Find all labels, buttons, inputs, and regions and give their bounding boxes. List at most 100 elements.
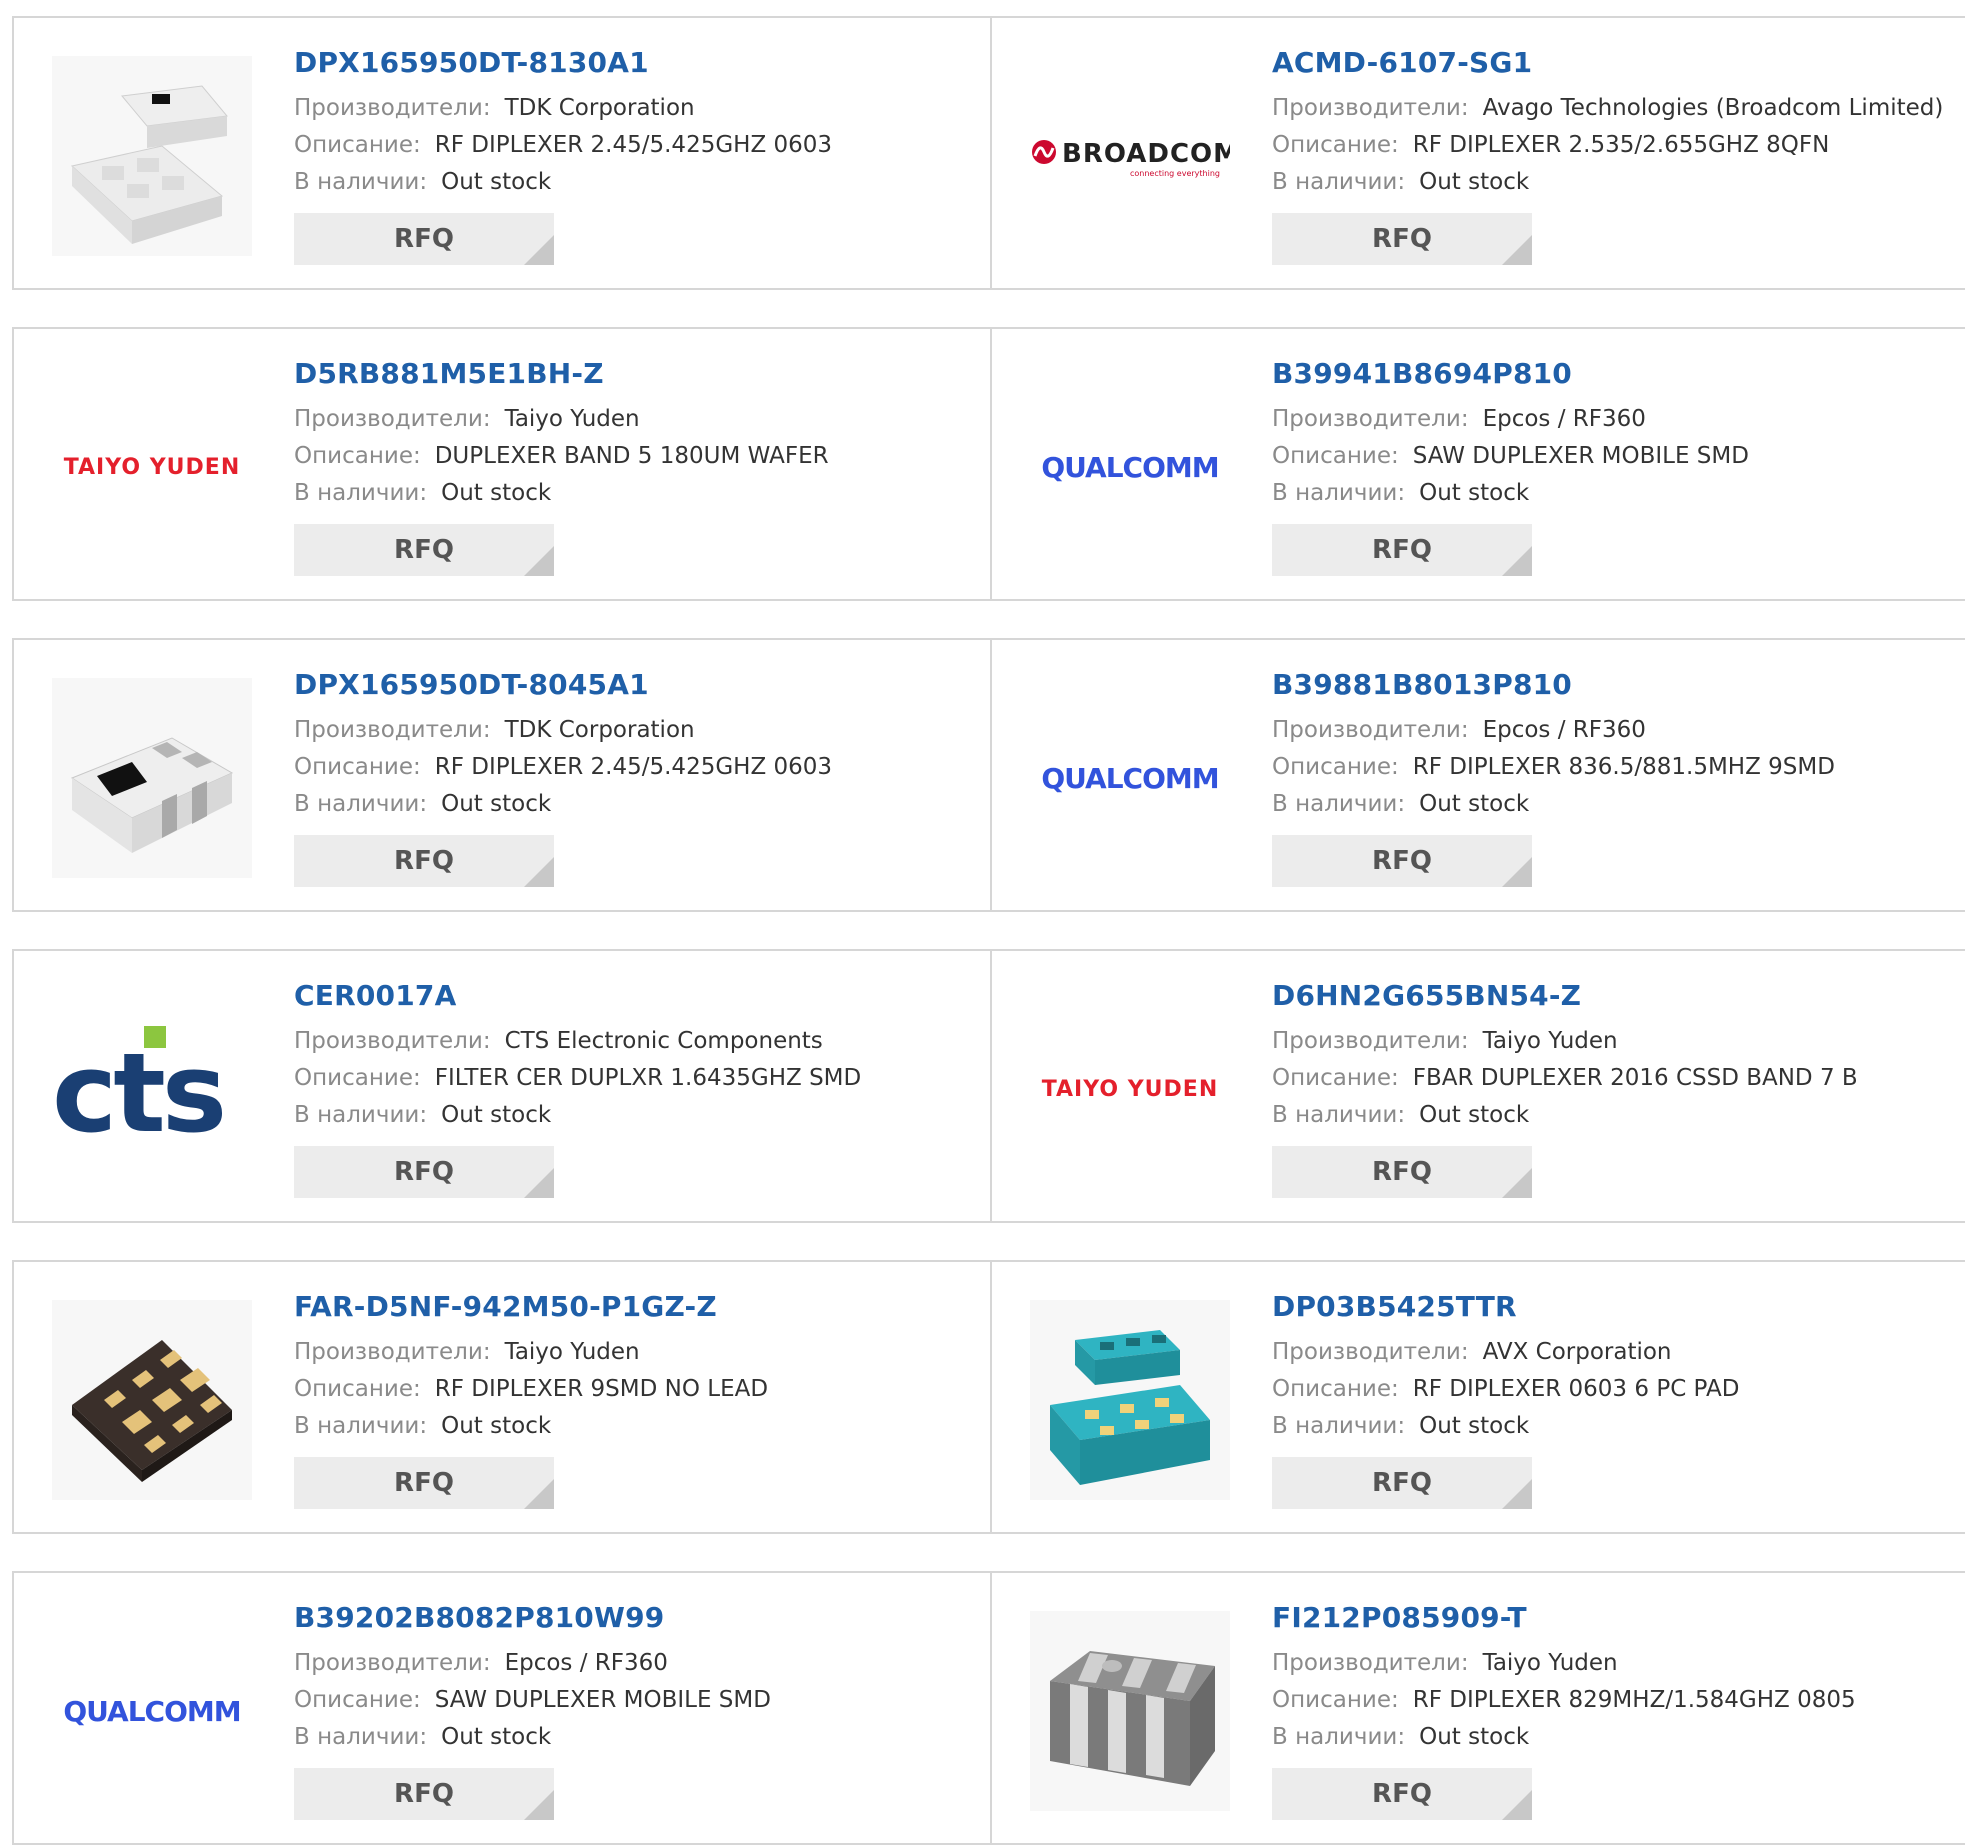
stock-row: В наличии: Out stock	[294, 1408, 768, 1445]
description-row: Описание: DUPLEXER BAND 5 180UM WAFER	[294, 438, 829, 475]
rfq-button[interactable]: RFQ	[294, 1768, 554, 1820]
rfq-button[interactable]: RFQ	[294, 835, 554, 887]
svg-text:BROADCOM: BROADCOM	[1062, 139, 1230, 169]
manufacturer-row: Производители: AVX Corporation	[1272, 1334, 1739, 1371]
stock-value: Out stock	[1419, 791, 1530, 817]
rfq-button[interactable]: RFQ	[1272, 1146, 1532, 1198]
stock-label: В наличии:	[1272, 1724, 1406, 1750]
manufacturer-value: Avago Technologies (Broadcom Limited)	[1482, 95, 1944, 121]
description-value: RF DIPLEXER 2.535/2.655GHZ 8QFN	[1412, 132, 1830, 158]
rfq-button[interactable]: RFQ	[1272, 835, 1532, 887]
description-label: Описание:	[1272, 754, 1399, 780]
manufacturer-value: Epcos / RF360	[1482, 717, 1646, 743]
rfq-label: RFQ	[1372, 535, 1432, 565]
product-image[interactable]	[52, 678, 252, 878]
description-label: Описание:	[1272, 1687, 1399, 1713]
product-info: B39202B8082P810W99 Производители: Epcos /…	[294, 1601, 771, 1820]
stock-value: Out stock	[441, 1724, 552, 1750]
description-row: Описание: RF DIPLEXER 829MHZ/1.584GHZ 080…	[1272, 1682, 1856, 1719]
qualcomm-logo: QUALCOMM	[63, 1694, 241, 1728]
product-image[interactable]	[52, 56, 252, 256]
part-number-link[interactable]: DP03B5425TTR	[1272, 1290, 1739, 1324]
description-row: Описание: SAW DUPLEXER MOBILE SMD	[1272, 438, 1749, 475]
product-image[interactable]	[1030, 1611, 1230, 1811]
product-image[interactable]: BROADCOM connecting everything	[1030, 56, 1230, 256]
stock-value: Out stock	[441, 791, 552, 817]
stock-label: В наличии:	[294, 1102, 428, 1128]
product-row: DPX165950DT-8045A1 Производители: TDK Cor…	[12, 638, 1965, 912]
stock-value: Out stock	[441, 480, 552, 506]
part-number-link[interactable]: D6HN2G655BN54-Z	[1272, 979, 1858, 1013]
rfq-label: RFQ	[394, 1157, 454, 1187]
rfq-button[interactable]: RFQ	[1272, 524, 1532, 576]
description-label: Описание:	[294, 1065, 421, 1091]
description-label: Описание:	[294, 132, 421, 158]
part-number-link[interactable]: FI212P085909-T	[1272, 1601, 1856, 1635]
part-number-link[interactable]: DPX165950DT-8045A1	[294, 668, 832, 702]
part-number-link[interactable]: DPX165950DT-8130A1	[294, 46, 832, 80]
manufacturer-row: Производители: Taiyo Yuden	[294, 1334, 768, 1371]
rfq-button[interactable]: RFQ	[294, 213, 554, 265]
stock-value: Out stock	[1419, 1102, 1530, 1128]
product-image[interactable]: TAIYO YUDEN	[1030, 989, 1230, 1189]
description-value: RF DIPLEXER 836.5/881.5MHZ 9SMD	[1412, 754, 1835, 780]
manufacturer-value: AVX Corporation	[1482, 1339, 1672, 1365]
product-image[interactable]: QUALCOMM	[1030, 678, 1230, 878]
product-row: TAIYO YUDEN D5RB881M5E1BH-Z Производител…	[12, 327, 1965, 601]
product-card: cts CER0017A Производители: CTS Electroni…	[14, 951, 992, 1221]
stock-label: В наличии:	[1272, 169, 1406, 195]
part-number-link[interactable]: D5RB881M5E1BH-Z	[294, 357, 829, 391]
product-image[interactable]	[1030, 1300, 1230, 1500]
rfq-button[interactable]: RFQ	[294, 1146, 554, 1198]
part-number-link[interactable]: B39202B8082P810W99	[294, 1601, 771, 1635]
rfq-label: RFQ	[394, 1468, 454, 1498]
rfq-corner-decoration	[1502, 235, 1532, 265]
description-value: RF DIPLEXER 2.45/5.425GHZ 0603	[434, 132, 833, 158]
product-row: cts CER0017A Производители: CTS Electroni…	[12, 949, 1965, 1223]
product-card: BROADCOM connecting everything ACMD-6107…	[992, 18, 1965, 288]
manufacturer-label: Производители:	[1272, 95, 1469, 121]
stock-row: В наличии: Out stock	[1272, 1097, 1858, 1134]
part-number-link[interactable]: B39881B8013P810	[1272, 668, 1835, 702]
product-image[interactable]	[52, 1300, 252, 1500]
product-card: QUALCOMM B39202B8082P810W99 Производител…	[14, 1573, 992, 1843]
manufacturer-label: Производители:	[294, 717, 491, 743]
part-number-link[interactable]: FAR-D5NF-942M50-P1GZ-Z	[294, 1290, 768, 1324]
rfq-button[interactable]: RFQ	[294, 524, 554, 576]
taiyo-yuden-logo: TAIYO YUDEN	[1041, 1076, 1219, 1102]
part-number-link[interactable]: ACMD-6107-SG1	[1272, 46, 1943, 80]
rfq-button[interactable]: RFQ	[294, 1457, 554, 1509]
description-label: Описание:	[1272, 132, 1399, 158]
description-value: RF DIPLEXER 9SMD NO LEAD	[434, 1376, 769, 1402]
rfq-corner-decoration	[1502, 1479, 1532, 1509]
description-label: Описание:	[294, 754, 421, 780]
product-image[interactable]: TAIYO YUDEN	[52, 367, 252, 567]
manufacturer-row: Производители: Epcos / RF360	[1272, 712, 1835, 749]
stock-value: Out stock	[1419, 1413, 1530, 1439]
description-value: SAW DUPLEXER MOBILE SMD	[434, 1687, 771, 1713]
part-number-link[interactable]: CER0017A	[294, 979, 861, 1013]
product-image[interactable]: QUALCOMM	[1030, 367, 1230, 567]
description-row: Описание: RF DIPLEXER 2.45/5.425GHZ 0603	[294, 749, 832, 786]
rfq-button[interactable]: RFQ	[1272, 1768, 1532, 1820]
part-number-link[interactable]: B39941B8694P810	[1272, 357, 1749, 391]
description-value: SAW DUPLEXER MOBILE SMD	[1412, 443, 1749, 469]
stock-label: В наличии:	[294, 169, 428, 195]
rfq-label: RFQ	[1372, 224, 1432, 254]
product-image[interactable]: cts	[52, 989, 252, 1189]
rfq-button[interactable]: RFQ	[1272, 213, 1532, 265]
rfq-corner-decoration	[1502, 546, 1532, 576]
manufacturer-value: Epcos / RF360	[504, 1650, 668, 1676]
product-info: D6HN2G655BN54-Z Производители: Taiyo Yude…	[1272, 979, 1858, 1198]
product-info: CER0017A Производители: CTS Electronic Co…	[294, 979, 861, 1198]
rfq-button[interactable]: RFQ	[1272, 1457, 1532, 1509]
manufacturer-label: Производители:	[1272, 1339, 1469, 1365]
stock-row: В наличии: Out stock	[294, 1719, 771, 1756]
product-image[interactable]: QUALCOMM	[52, 1611, 252, 1811]
taiyo-yuden-logo: TAIYO YUDEN	[63, 454, 241, 480]
rfq-corner-decoration	[524, 546, 554, 576]
stock-label: В наличии:	[1272, 1413, 1406, 1439]
stock-label: В наличии:	[1272, 1102, 1406, 1128]
manufacturer-row: Производители: Taiyo Yuden	[294, 401, 829, 438]
manufacturer-label: Производители:	[294, 1028, 491, 1054]
